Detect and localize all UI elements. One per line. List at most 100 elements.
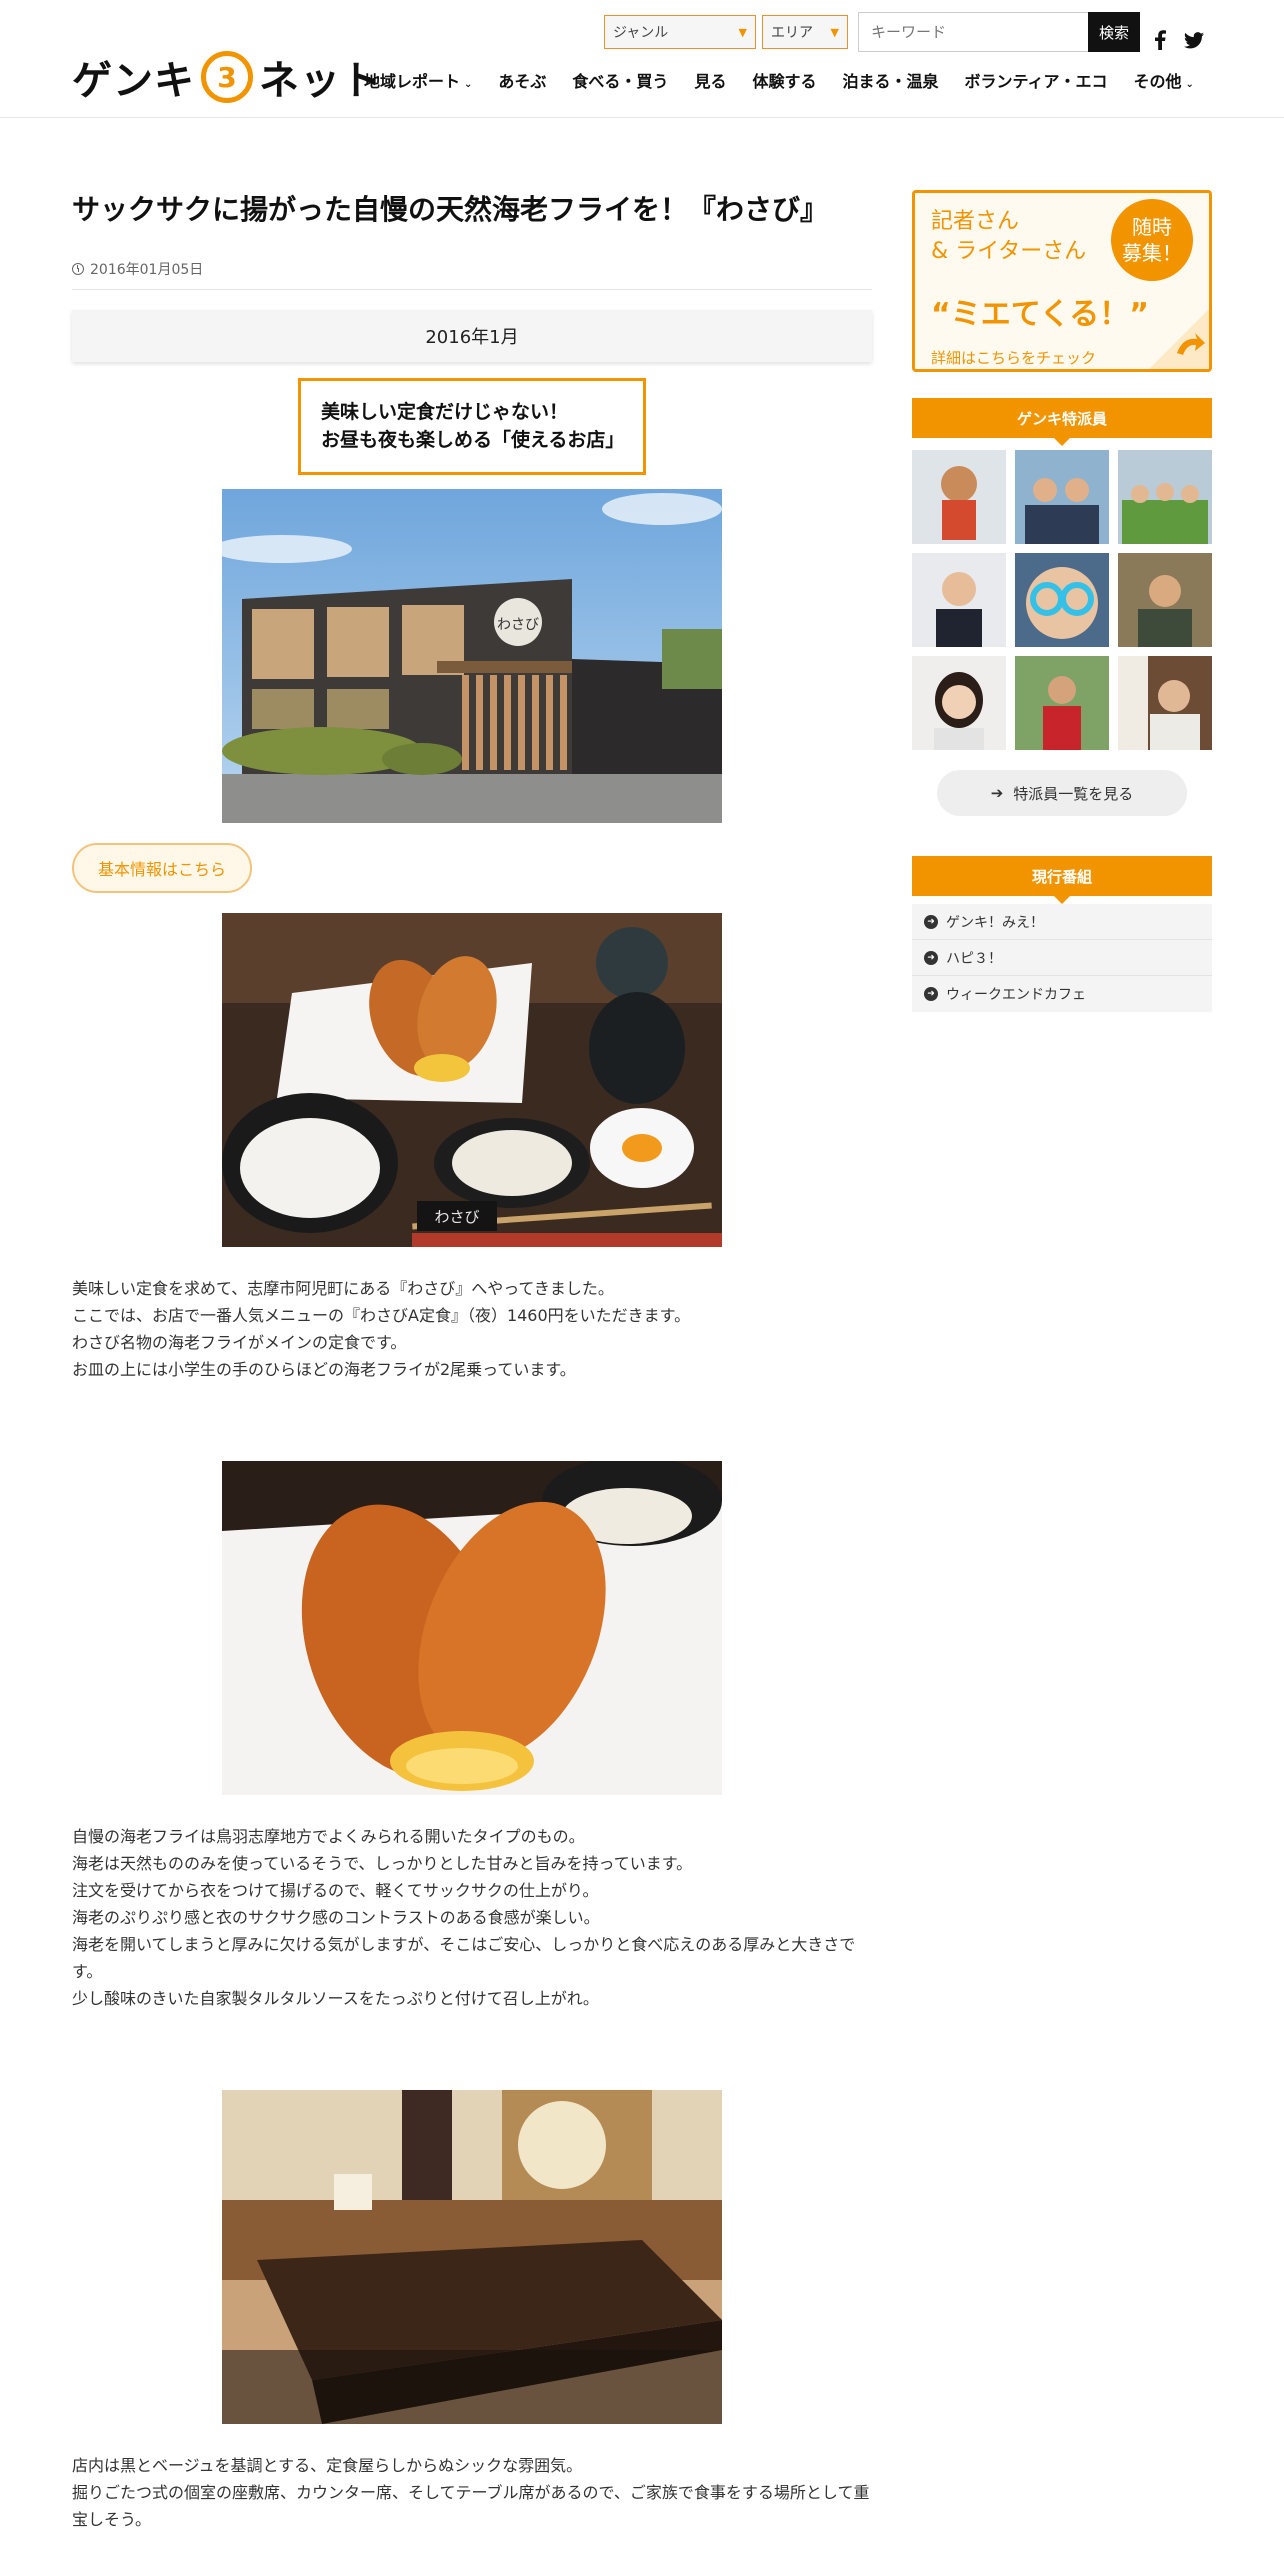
clock-icon [72, 263, 84, 276]
circle-arrow-icon: ➜ [924, 950, 938, 965]
area-select-value: エリア [771, 25, 813, 41]
banner-line-1: 記者さん [931, 209, 1020, 234]
reporter-thumb[interactable] [1118, 450, 1212, 544]
paragraph-line: わさび名物の海老フライがメインの定食です。 [72, 1333, 407, 1353]
program-item[interactable]: ➜ ゲンキ！みえ！ [912, 904, 1212, 940]
facebook-icon[interactable] [1154, 30, 1166, 55]
chevron-down-icon: ⌄ [464, 79, 473, 90]
program-item[interactable]: ➜ ハピ３！ [912, 940, 1212, 976]
nav-item[interactable]: 泊まる・温泉 [842, 68, 938, 92]
paragraph-line: 店内は黒とベージュを基調とする、定食屋らしからぬシックな雰囲気。 [72, 2456, 583, 2476]
paragraph-line: 掘りごたつ式の個室の座敷席、カウンター席、そしてテーブル席があるので、ご家族で食… [72, 2483, 870, 2503]
writer-recruit-banner[interactable]: 記者さん & ライターさん 随時 募集！ “ミエてくる！” 詳細はこちらをチェッ… [912, 190, 1212, 372]
nav-item[interactable]: 見る [694, 68, 726, 92]
nav-item[interactable]: 食べる・買う [572, 68, 668, 92]
set-meal-photo: わさび [222, 913, 722, 1248]
article-date: 2016年01月05日 [90, 262, 204, 279]
banner-main-copy: “ミエてくる！” [931, 297, 1149, 332]
reporters-list-label: 特派員一覧を見る [1013, 784, 1134, 803]
nav-item-label: 体験する [752, 72, 817, 91]
chevron-down-icon: ⌄ [1185, 79, 1194, 90]
nav-item-label: 泊まる・温泉 [842, 72, 939, 91]
twitter-icon[interactable] [1184, 30, 1204, 55]
catch-line-1: 美味しい定食だけじゃない！ [321, 401, 569, 424]
nav-item-label: その他 [1133, 72, 1182, 91]
program-label: ウィークエンドカフェ [946, 987, 1086, 1003]
paragraph-line: 宝しそう。 [72, 2510, 152, 2530]
circle-arrow-icon: ➜ [924, 987, 938, 1001]
search-button[interactable]: 検索 [1088, 12, 1140, 52]
paragraph-3: 店内は黒とベージュを基調とする、定食屋らしからぬシックな雰囲気。掘りごたつ式の個… [72, 2452, 872, 2533]
basic-info-button[interactable]: 基本情報はこちら [72, 843, 252, 894]
reporters-heading: ゲンキ特派員 [912, 398, 1212, 446]
banner-badge-line-2: 募集！ [1122, 241, 1182, 265]
genre-dropdown-arrow-icon: ▼ [738, 25, 747, 39]
nav-item-label: ボランティア・エコ [964, 72, 1108, 91]
site-logo[interactable]: ゲンキ 3 ネット [72, 50, 382, 104]
sidebar: 記者さん & ライターさん 随時 募集！ “ミエてくる！” 詳細はこちらをチェッ… [912, 190, 1212, 1012]
paragraph-2: 自慢の海老フライは鳥羽志摩地方でよくみられる開いたタイプのもの。海老は天然ものの… [72, 1823, 872, 2012]
reporter-thumb[interactable] [912, 553, 1006, 647]
program-label: ゲンキ！みえ！ [946, 914, 1044, 931]
arrow-right-icon: ➔ [990, 784, 1004, 802]
banner-line-2: & ライターさん [931, 238, 1087, 264]
reporter-thumb[interactable] [912, 450, 1006, 544]
fried-prawn-photo [222, 1461, 722, 1796]
keyword-input[interactable] [858, 12, 1088, 52]
nav-item[interactable]: ボランティア・エコ [964, 68, 1107, 92]
reporters-list-button[interactable]: ➔ 特派員一覧を見る [937, 770, 1187, 816]
area-select[interactable]: エリア ▼ [762, 15, 848, 49]
paragraph-line: 海老を開いてしまうと厚みに欠ける気がしますが、そこはご安心、しっかりと食べ応えの… [72, 1935, 856, 1955]
programs-list: ➜ ゲンキ！みえ！ ➜ ハピ３！ ➜ ウィークエンドカフェ [912, 904, 1212, 1012]
nav-item-label: あそぶ [498, 72, 547, 91]
reporter-thumb[interactable] [1118, 553, 1212, 647]
area-dropdown-arrow-icon: ▼ [830, 25, 839, 39]
month-label: 2016年1月 [72, 310, 872, 363]
banner-text-top: 記者さん & ライターさん [931, 207, 1086, 266]
reporter-thumb[interactable] [1015, 450, 1109, 544]
article-title: サックサクに揚がった自慢の天然海老フライを！『わさび』 [72, 193, 829, 226]
reporter-grid [912, 450, 1212, 750]
reporter-thumb[interactable] [1015, 553, 1109, 647]
paragraph-line: 海老は天然もののみを使っているそうで、しっかりとした甘みと旨みを持っています。 [72, 1854, 693, 1874]
article-meta: 2016年01月05日 [72, 259, 872, 291]
global-nav: 地域レポート ⌄ あそぶ 食べる・買う 見る 体験する 泊まる・温泉 ボランティア・エコ その他… [364, 68, 1194, 92]
paragraph-line: 注文を受けてから衣をつけて揚げるので、軽くてサックサクの仕上がり。 [72, 1881, 599, 1901]
nav-item-label: 地域レポート [364, 72, 461, 91]
site-header: ゲンキ 3 ネット ジャンル ▼ エリア ▼ 検索 地域レポート⌄あそぶ食べる・… [0, 0, 1284, 118]
nav-item-label: 食べる・買う [572, 72, 669, 91]
paragraph-line: 海老のぷりぷり感と衣のサクサク感のコントラストのある食感が楽しい。 [72, 1908, 600, 1928]
reporter-thumb[interactable] [1015, 656, 1109, 750]
tray-sign-text: わさび [434, 1208, 479, 1226]
catch-copy-box: 美味しい定食だけじゃない！ お昼も夜も楽しめる「使えるお店」 [298, 378, 646, 476]
paragraph-line: す。 [72, 1962, 103, 1982]
interior-photo [222, 2090, 722, 2425]
paragraph-line: 自慢の海老フライは鳥羽志摩地方でよくみられる開いたタイプのもの。 [72, 1827, 585, 1847]
programs-heading: 現行番組 [912, 856, 1212, 904]
article: サックサクに揚がった自慢の天然海老フライを！『わさび』 2016年01月05日 … [72, 190, 872, 2533]
banner-link-text: 詳細はこちらをチェック [931, 349, 1097, 367]
nav-item-label: 見る [694, 72, 727, 91]
program-item[interactable]: ➜ ウィークエンドカフェ [912, 976, 1212, 1012]
program-label: ハピ３！ [946, 950, 1002, 967]
paragraph-line: ここでは、お店で一番人気メニューの『わさびA定食』（夜）1460円をいただきます… [72, 1306, 691, 1326]
nav-item[interactable]: 地域レポート ⌄ [364, 68, 472, 92]
shop-sign-text: わさび [497, 617, 539, 633]
reporter-thumb[interactable] [1118, 656, 1212, 750]
reporter-thumb[interactable] [912, 656, 1006, 750]
storefront-photo: わさび [222, 489, 722, 824]
nav-item[interactable]: その他 ⌄ [1134, 68, 1194, 92]
genre-select[interactable]: ジャンル ▼ [604, 15, 756, 49]
banner-badge: 随時 募集！ [1111, 199, 1193, 281]
nav-item[interactable]: あそぶ [498, 68, 546, 92]
paragraph-line: 美味しい定食を求めて、志摩市阿児町にある『わさび』へやってきました。 [72, 1279, 614, 1299]
paragraph-line: お皿の上には小学生の手のひらほどの海老フライが2尾乗っています。 [72, 1360, 576, 1380]
logo-text-left: ゲンキ [72, 58, 195, 104]
paragraph-1: 美味しい定食を求めて、志摩市阿児町にある『わさび』へやってきました。ここでは、お… [72, 1275, 872, 1383]
nav-item[interactable]: 体験する [752, 68, 816, 92]
genre-select-value: ジャンル [613, 25, 669, 41]
catch-line-2: お昼も夜も楽しめる「使えるお店」 [321, 428, 625, 451]
page-curl-arrow-icon [1149, 309, 1209, 369]
banner-badge-line-1: 随時 [1132, 215, 1172, 239]
circle-arrow-icon: ➜ [924, 914, 938, 929]
